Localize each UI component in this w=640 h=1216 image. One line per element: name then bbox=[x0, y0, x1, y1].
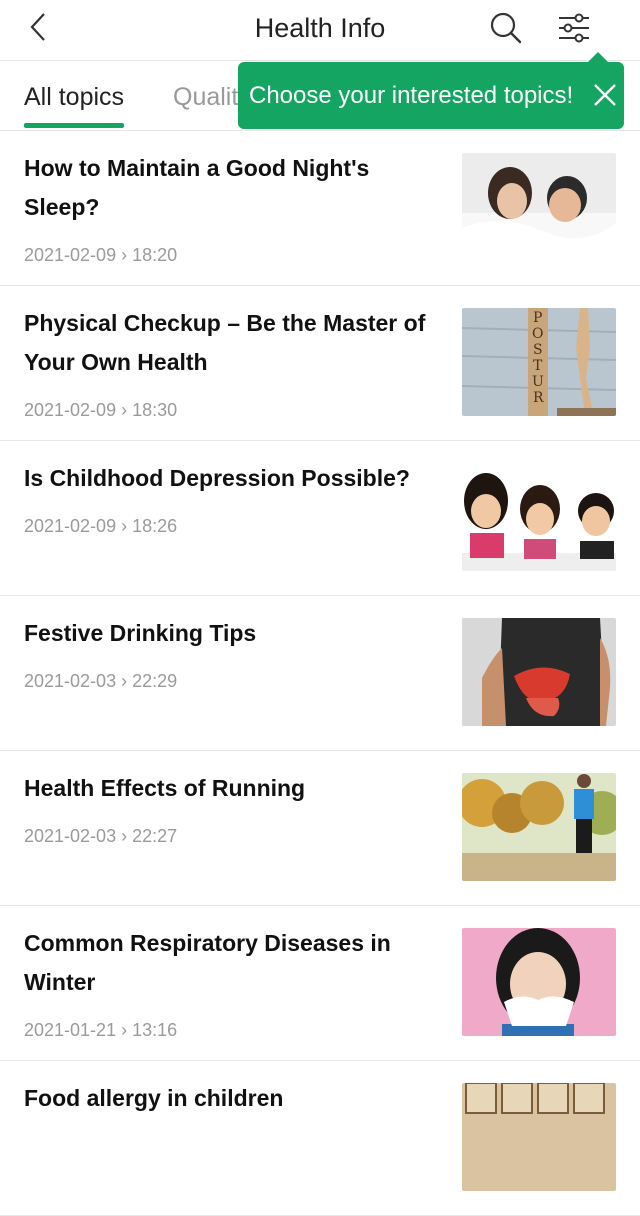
article-item[interactable]: How to Maintain a Good Night's Sleep? 20… bbox=[0, 131, 640, 286]
svg-text:T: T bbox=[533, 358, 543, 374]
article-date: 2021-02-03 bbox=[24, 671, 117, 691]
article-time: 22:29 bbox=[132, 671, 178, 691]
article-title: Health Effects of Running bbox=[24, 775, 306, 801]
article-timestamp: 2021-02-03 › 22:27 bbox=[24, 826, 178, 846]
svg-text:R: R bbox=[533, 390, 544, 406]
article-title: Food allergy in children bbox=[24, 1085, 284, 1111]
svg-text:O: O bbox=[532, 326, 543, 342]
article-date: 2021-02-09 bbox=[24, 400, 117, 420]
article-item[interactable]: Health Effects of Running 2021-02-03 › 2… bbox=[0, 751, 640, 906]
article-time: 18:20 bbox=[132, 245, 178, 265]
tab-quality[interactable]: Qualit bbox=[173, 61, 238, 130]
woman-running-image bbox=[462, 773, 616, 881]
alphabet-blocks-image bbox=[462, 1083, 616, 1191]
filter-sliders-icon[interactable] bbox=[555, 10, 593, 46]
svg-text:U: U bbox=[532, 374, 544, 390]
article-title: Common Respiratory Diseases in Winter bbox=[24, 930, 391, 995]
three-children-image bbox=[462, 463, 616, 571]
close-icon[interactable] bbox=[592, 82, 618, 108]
article-item[interactable]: Common Respiratory Diseases in Winter 20… bbox=[0, 906, 640, 1061]
article-item[interactable]: Physical Checkup – Be the Master of Your… bbox=[0, 286, 640, 441]
article-time: 13:16 bbox=[132, 1020, 178, 1040]
article-item[interactable]: Is Childhood Depression Possible? 2021-0… bbox=[0, 441, 640, 596]
article-time: 22:27 bbox=[132, 826, 178, 846]
article-timestamp: 2021-02-09 › 18:20 bbox=[24, 245, 178, 265]
article-timestamp: 2021-02-09 › 18:26 bbox=[24, 516, 178, 536]
woman-sneezing-image bbox=[462, 928, 616, 1036]
article-timestamp: 2021-02-03 › 22:29 bbox=[24, 671, 178, 691]
top-bar: Health Info bbox=[0, 0, 640, 61]
article-title: Physical Checkup – Be the Master of Your… bbox=[24, 310, 426, 375]
tooltip-text: Choose your interested topics! bbox=[249, 82, 574, 109]
article-list: How to Maintain a Good Night's Sleep? 20… bbox=[0, 131, 640, 1216]
liver-illustration-image bbox=[462, 618, 616, 726]
svg-text:P: P bbox=[533, 310, 542, 326]
article-date: 2021-01-21 bbox=[24, 1020, 117, 1040]
article-timestamp: 2021-02-09 › 18:30 bbox=[24, 400, 178, 420]
search-icon[interactable] bbox=[488, 10, 524, 46]
svg-text:S: S bbox=[533, 342, 543, 358]
article-date: 2021-02-09 bbox=[24, 245, 117, 265]
sleeping-couple-image bbox=[462, 153, 616, 261]
tab-all-topics[interactable]: All topics bbox=[24, 61, 125, 130]
article-timestamp: 2021-01-21 › 13:16 bbox=[24, 1020, 178, 1040]
article-time: 18:26 bbox=[132, 516, 178, 536]
article-item[interactable]: Festive Drinking Tips 2021-02-03 › 22:29 bbox=[0, 596, 640, 751]
topics-tooltip: Choose your interested topics! bbox=[238, 52, 624, 129]
article-title: Festive Drinking Tips bbox=[24, 620, 257, 646]
article-title: How to Maintain a Good Night's Sleep? bbox=[24, 155, 370, 220]
article-item[interactable]: Food allergy in children bbox=[0, 1061, 640, 1216]
page-title: Health Info bbox=[254, 13, 386, 43]
article-time: 18:30 bbox=[132, 400, 178, 420]
posture-blocks-image: POS TUR bbox=[462, 308, 616, 416]
article-date: 2021-02-03 bbox=[24, 826, 117, 846]
article-date: 2021-02-09 bbox=[24, 516, 117, 536]
article-title: Is Childhood Depression Possible? bbox=[24, 465, 410, 491]
